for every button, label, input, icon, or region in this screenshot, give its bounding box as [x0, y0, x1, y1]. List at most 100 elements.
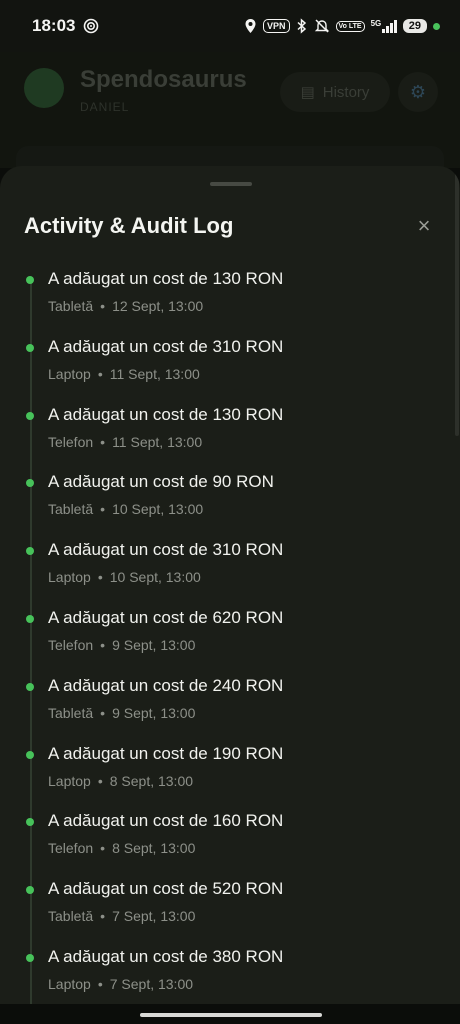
- activity-timeline: A adăugat un cost de 130 RON Tabletă • 12 S…: [0, 266, 460, 1024]
- entry-title: A adăugat un cost de 240 RON: [48, 675, 284, 695]
- timeline-dot: [26, 479, 34, 488]
- entry-device: Telefon: [48, 636, 94, 653]
- entry-meta: Telefon • 9 Sept, 13:00: [48, 637, 195, 653]
- entry-title: A adăugat un cost de 520 RON: [48, 879, 284, 899]
- entry-device: Telefon: [48, 840, 94, 857]
- timeline-dot: [26, 343, 34, 352]
- entry-title: A adăugat un cost de 130 RON: [48, 269, 284, 288]
- entry-meta: Laptop • 7 Sept, 13:00: [48, 976, 193, 992]
- entry-date: 10 Sept, 13:00: [109, 569, 201, 586]
- entry-meta: Tabletă • 12 Sept, 13:00: [48, 298, 203, 314]
- history-icon: ▤: [300, 84, 315, 101]
- battery-icon: 29: [402, 19, 427, 33]
- log-entry: A adăugat un cost de 90 RON Tabletă • 10 Se…: [0, 469, 460, 537]
- entry-device: Laptop: [48, 365, 91, 382]
- entry-date: 8 Sept, 13:00: [109, 772, 194, 789]
- privacy-indicator-dot: [433, 22, 440, 30]
- entry-title: A adăugat un cost de 310 RON: [48, 336, 284, 356]
- sheet-title: Activity & Audit Log: [24, 213, 234, 238]
- timeline-dot: [26, 614, 34, 623]
- entry-title: A adăugat un cost de 90 RON: [48, 472, 274, 492]
- entry-date: 11 Sept, 13:00: [109, 365, 200, 382]
- entry-meta: Tabletă • 7 Sept, 13:00: [48, 908, 195, 924]
- close-button[interactable]: ×: [410, 213, 438, 241]
- user-name: DANIEL: [80, 100, 130, 114]
- volte-badge: Vo LTE: [335, 20, 365, 32]
- log-entry: A adăugat un cost de 520 RON Tabletă • 7 Se…: [0, 876, 460, 944]
- log-entry: A adăugat un cost de 240 RON Tabletă • 9 Se…: [0, 673, 460, 741]
- entry-device: Tabletă: [48, 704, 94, 721]
- mute-icon: [314, 19, 329, 33]
- entry-device: Tabletă: [48, 501, 94, 518]
- log-entry: A adăugat un cost de 310 RON Laptop • 11 Se…: [0, 334, 460, 402]
- bluetooth-icon: [296, 18, 306, 34]
- entry-title: A adăugat un cost de 160 RON: [48, 811, 284, 831]
- close-icon: ×: [417, 213, 431, 238]
- entry-meta: Tabletă • 10 Sept, 13:00: [48, 501, 203, 517]
- entry-date: 12 Sept, 13:00: [112, 298, 204, 314]
- timeline-dot: [26, 411, 34, 420]
- entry-device: Laptop: [48, 772, 91, 789]
- log-entry: A adăugat un cost de 130 RON Telefon • 11 S…: [0, 402, 460, 470]
- entry-meta: Laptop • 10 Sept, 13:00: [48, 569, 201, 585]
- timeline-dot: [26, 818, 34, 827]
- meta-separator: •: [100, 298, 106, 314]
- timeline-dot: [26, 886, 34, 895]
- meta-separator: •: [100, 433, 106, 450]
- history-button[interactable]: ▤ History: [280, 72, 390, 112]
- meta-separator: •: [97, 975, 103, 992]
- entry-meta: Telefon • 11 Sept, 13:00: [48, 434, 202, 450]
- drag-handle[interactable]: [210, 182, 252, 186]
- entry-title: A adăugat un cost de 190 RON: [48, 743, 284, 763]
- history-label: History: [322, 83, 370, 101]
- timeline-dot: [26, 953, 34, 962]
- entry-title: A adăugat un cost de 310 RON: [48, 540, 284, 560]
- entry-date: 9 Sept, 13:00: [112, 636, 196, 653]
- entry-date: 8 Sept, 13:00: [112, 840, 196, 857]
- entry-date: 9 Sept, 13:00: [112, 704, 196, 721]
- timeline-dot: [26, 276, 34, 284]
- entry-date: 7 Sept, 13:00: [109, 975, 194, 992]
- settings-button[interactable]: ⚙: [398, 72, 438, 112]
- meta-separator: •: [100, 840, 106, 857]
- location-icon: [245, 19, 256, 33]
- hotspot-icon: [84, 18, 99, 34]
- entry-meta: Laptop • 8 Sept, 13:00: [48, 773, 193, 789]
- entry-date: 11 Sept, 13:00: [112, 433, 203, 450]
- log-entry: A adăugat un cost de 160 RON Telefon • 8 Se…: [0, 808, 460, 876]
- network-type: 5G: [370, 19, 382, 28]
- status-left: 18:03: [32, 16, 99, 36]
- meta-separator: •: [97, 569, 103, 586]
- meta-separator: •: [100, 501, 106, 518]
- home-gesture-bar[interactable]: [140, 1013, 322, 1017]
- log-entry: A adăugat un cost de 190 RON Laptop • 8 Sep…: [0, 741, 460, 809]
- entry-device: Laptop: [48, 975, 91, 992]
- activity-log-sheet: Activity & Audit Log × A adăugat un cost…: [0, 166, 460, 1024]
- meta-separator: •: [97, 365, 103, 382]
- entry-title: A adăugat un cost de 130 RON: [48, 404, 284, 424]
- signal-bars-icon: [382, 19, 397, 33]
- status-bar: 18:03 VPN Vo LTE 5G 29: [0, 0, 460, 52]
- cell-signal: 5G: [371, 19, 397, 33]
- app-name: Spendosaurus: [80, 66, 247, 93]
- timeline-dot: [26, 547, 34, 556]
- vpn-badge: VPN: [262, 19, 290, 33]
- entry-meta: Laptop • 11 Sept, 13:00: [48, 366, 200, 382]
- timeline-dot: [26, 682, 34, 691]
- entry-title: A adăugat un cost de 620 RON: [48, 607, 284, 627]
- meta-separator: •: [100, 636, 106, 653]
- entry-meta: Telefon • 8 Sept, 13:00: [48, 840, 195, 856]
- meta-separator: •: [100, 704, 106, 721]
- log-entry: A adăugat un cost de 380 RON Laptop • 7 Sep…: [0, 944, 460, 1012]
- log-entry: A adăugat un cost de 620 RON Telefon • 9 Se…: [0, 605, 460, 673]
- navigation-bar: [0, 1004, 460, 1024]
- entry-device: Telefon: [48, 433, 94, 450]
- entry-date: 7 Sept, 13:00: [112, 908, 196, 925]
- entry-title: A adăugat un cost de 380 RON: [48, 946, 284, 966]
- status-right: VPN Vo LTE 5G 29: [244, 18, 440, 34]
- gear-icon: ⚙: [409, 81, 427, 102]
- entry-device: Laptop: [48, 569, 91, 586]
- app-logo: [24, 68, 64, 108]
- entry-date: 10 Sept, 13:00: [112, 501, 204, 518]
- entry-device: Tabletă: [48, 298, 94, 314]
